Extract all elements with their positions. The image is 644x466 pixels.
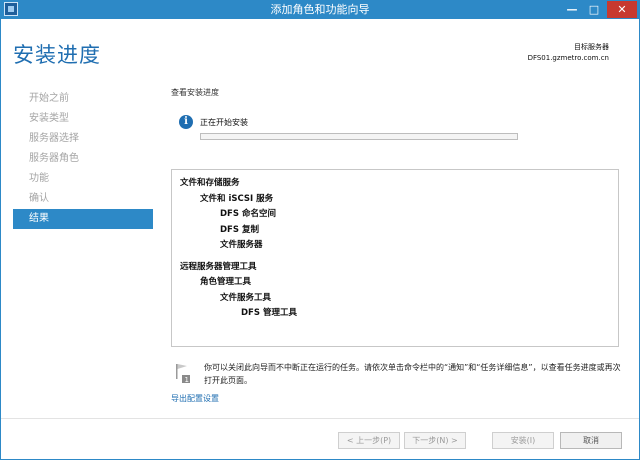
nav-item-server-roles: 服务器角色 — [29, 153, 79, 164]
notice-text: 你可以关闭此向导而不中断正在运行的任务。请依次单击命令栏中的“通知”和“任务详细… — [204, 363, 621, 385]
nav-item-results[interactable]: 结果 — [13, 209, 153, 229]
next-button[interactable]: 下一步(N) > — [404, 432, 466, 449]
minimize-button[interactable]: — — [561, 1, 583, 18]
feature-dfs-replication: DFS 复制 — [220, 224, 259, 235]
maximize-button[interactable]: □ — [583, 1, 605, 18]
nav-item-server-selection: 服务器选择 — [29, 133, 79, 144]
window-title: 添加角色和功能向导 — [270, 3, 370, 16]
nav-item-before-you-begin: 开始之前 — [29, 93, 69, 104]
feature-group-rsat: 远程服务器管理工具 — [180, 261, 257, 272]
nav-item-features: 功能 — [29, 173, 49, 184]
page-title: 安装进度 — [13, 43, 101, 67]
previous-button[interactable]: < 上一步(P) — [338, 432, 400, 449]
footer-divider — [1, 418, 639, 419]
export-config-link[interactable]: 导出配置设置 — [171, 393, 219, 404]
install-status-text: 正在开始安装 — [200, 118, 248, 127]
info-icon: i — [179, 115, 193, 129]
nav-item-installation-type: 安装类型 — [29, 113, 69, 124]
target-server-label: 目标服务器 — [574, 43, 609, 51]
feature-list-box[interactable]: 文件和存储服务 文件和 iSCSI 服务 DFS 命名空间 DFS 复制 文件服… — [171, 169, 619, 347]
feature-file-services-tools: 文件服务工具 — [220, 292, 272, 303]
feature-group-file-storage: 文件和存储服务 — [180, 178, 240, 188]
wizard-nav: 开始之前 安装类型 服务器选择 服务器角色 功能 确认 结果 — [13, 89, 153, 229]
install-progress-bar — [200, 133, 518, 140]
svg-text:1: 1 — [185, 376, 189, 383]
feature-dfs-namespace: DFS 命名空间 — [220, 209, 276, 219]
feature-role-admin-tools: 角色管理工具 — [200, 277, 252, 287]
nav-item-confirmation: 确认 — [29, 193, 49, 204]
install-button[interactable]: 安装(I) — [492, 432, 554, 449]
feature-file-server: 文件服务器 — [220, 240, 263, 250]
feature-dfs-management-tools: DFS 管理工具 — [241, 308, 297, 318]
wizard-window: 添加角色和功能向导 — □ ✕ 安装进度 目标服务器 DFS01.gzmetro… — [0, 0, 640, 460]
cancel-button[interactable]: 取消 — [560, 432, 622, 449]
title-bar[interactable]: 添加角色和功能向导 — □ ✕ — [1, 1, 639, 19]
notification-flag-icon: 1 — [176, 364, 190, 383]
section-label: 查看安装进度 — [171, 88, 219, 97]
feature-file-iscsi: 文件和 iSCSI 服务 — [200, 193, 274, 204]
close-button[interactable]: ✕ — [607, 1, 637, 18]
target-server-name: DFS01.gzmetro.com.cn — [527, 54, 609, 62]
